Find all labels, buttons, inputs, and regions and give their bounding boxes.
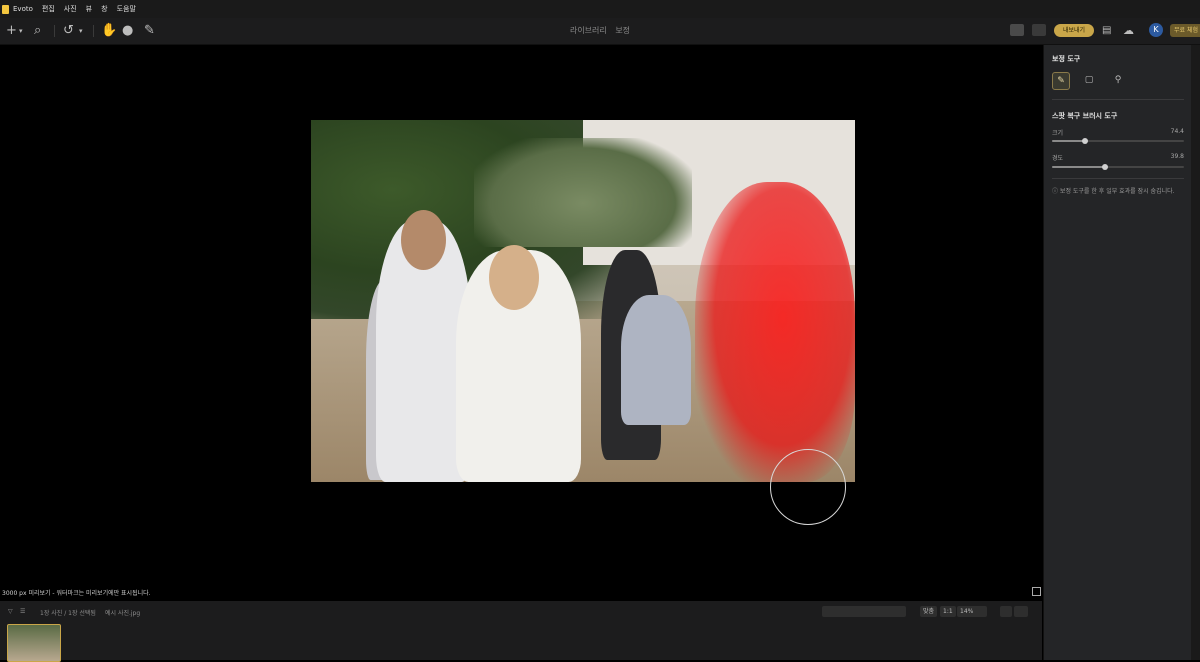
hardness-slider-fill [1052,166,1105,168]
menu-help[interactable]: 도움말 [117,4,136,14]
patch-tool-icon[interactable]: ▢ [1081,72,1097,88]
breadcrumb-library[interactable]: 라이브러리 [570,26,607,35]
hardness-label: 경도 [1052,155,1064,162]
menu-edit[interactable]: 편집 [42,4,55,14]
size-value[interactable]: 74.4 [1171,128,1184,135]
avatar[interactable]: K [1149,23,1163,37]
single-view-icon[interactable] [1000,606,1012,617]
menu-app[interactable]: Evoto [13,5,33,13]
filmstrip: ▽ ☰ 1장 사진 / 1장 선택됨 예시 사진.jpg 맞춤 1:1 14% [0,601,1042,662]
panel-title: 보정 도구 [1052,55,1081,63]
rating-filter[interactable] [822,606,906,617]
photo-preview[interactable] [311,120,855,482]
status-bar: 3000 px 미리보기 - 워터마크는 미리보기에만 표시됩니다. [0,585,1042,600]
size-slider-fill [1052,140,1085,142]
menu-view[interactable]: 뷰 [86,4,92,14]
selection-count: 1장 사진 / 1장 선택됨 [40,610,96,617]
compare-icon[interactable] [1010,24,1024,36]
top-toolbar: + ▾ ⌕ ↺ ▾ ✋ ● ✎ 라이브러리 보정 내보내기 ▤ ☁ K 무료 체… [0,18,1200,45]
menubar: Evoto 편집 사진 뷰 창 도움말 [0,0,1200,18]
retouch-panel: 보정 도구 ✎ ▢ ⚲ 스팟 복구 브러시 도구 크기 74.4 경도 39.8… [1043,45,1192,660]
hardness-value[interactable]: 39.8 [1171,153,1184,160]
size-label: 크기 [1052,130,1064,137]
hardness-slider[interactable] [1052,164,1184,170]
toggle-panel-icon[interactable] [1032,587,1041,596]
preset-icon[interactable] [1032,24,1046,36]
fit-button[interactable]: 맞춤 [920,606,938,617]
evoto-logo-icon [2,4,9,14]
thumbnail[interactable] [7,624,61,662]
canvas[interactable] [0,45,1042,600]
ratio-button[interactable]: 1:1 [940,606,956,617]
clone-stamp-icon[interactable]: ⚲ [1110,72,1126,88]
healing-brush-icon[interactable]: ✎ [1052,72,1070,90]
trial-button[interactable]: 무료 체험 [1170,24,1200,37]
menu-window[interactable]: 창 [101,4,107,14]
compare-view-icon[interactable] [1014,606,1028,617]
size-slider-knob[interactable] [1082,138,1088,144]
breadcrumb-retouch[interactable]: 보정 [615,26,630,35]
cloud-icon[interactable]: ☁ [1123,23,1134,39]
window-edge [1191,45,1200,660]
brush-mask [695,182,855,482]
export-button[interactable]: 내보내기 [1054,24,1094,37]
size-slider[interactable] [1052,138,1184,144]
document-icon[interactable]: ▤ [1102,23,1111,39]
file-name: 예시 사진.jpg [105,610,141,617]
hardness-slider-knob[interactable] [1101,164,1108,170]
menu-photo[interactable]: 사진 [64,4,77,14]
preview-info-text: 3000 px 미리보기 - 워터마크는 미리보기에만 표시됩니다. [2,590,151,597]
filter-icon[interactable]: ▽ [8,608,13,615]
zoom-select[interactable]: 14% [957,606,987,617]
section-title: 스팟 복구 브러시 도구 [1052,112,1118,120]
hint-text: ⓘ 보정 도구를 한 후 일부 효과를 잠시 숨깁니다. [1052,188,1175,195]
sort-icon[interactable]: ☰ [20,608,25,615]
brush-cursor [770,449,846,525]
